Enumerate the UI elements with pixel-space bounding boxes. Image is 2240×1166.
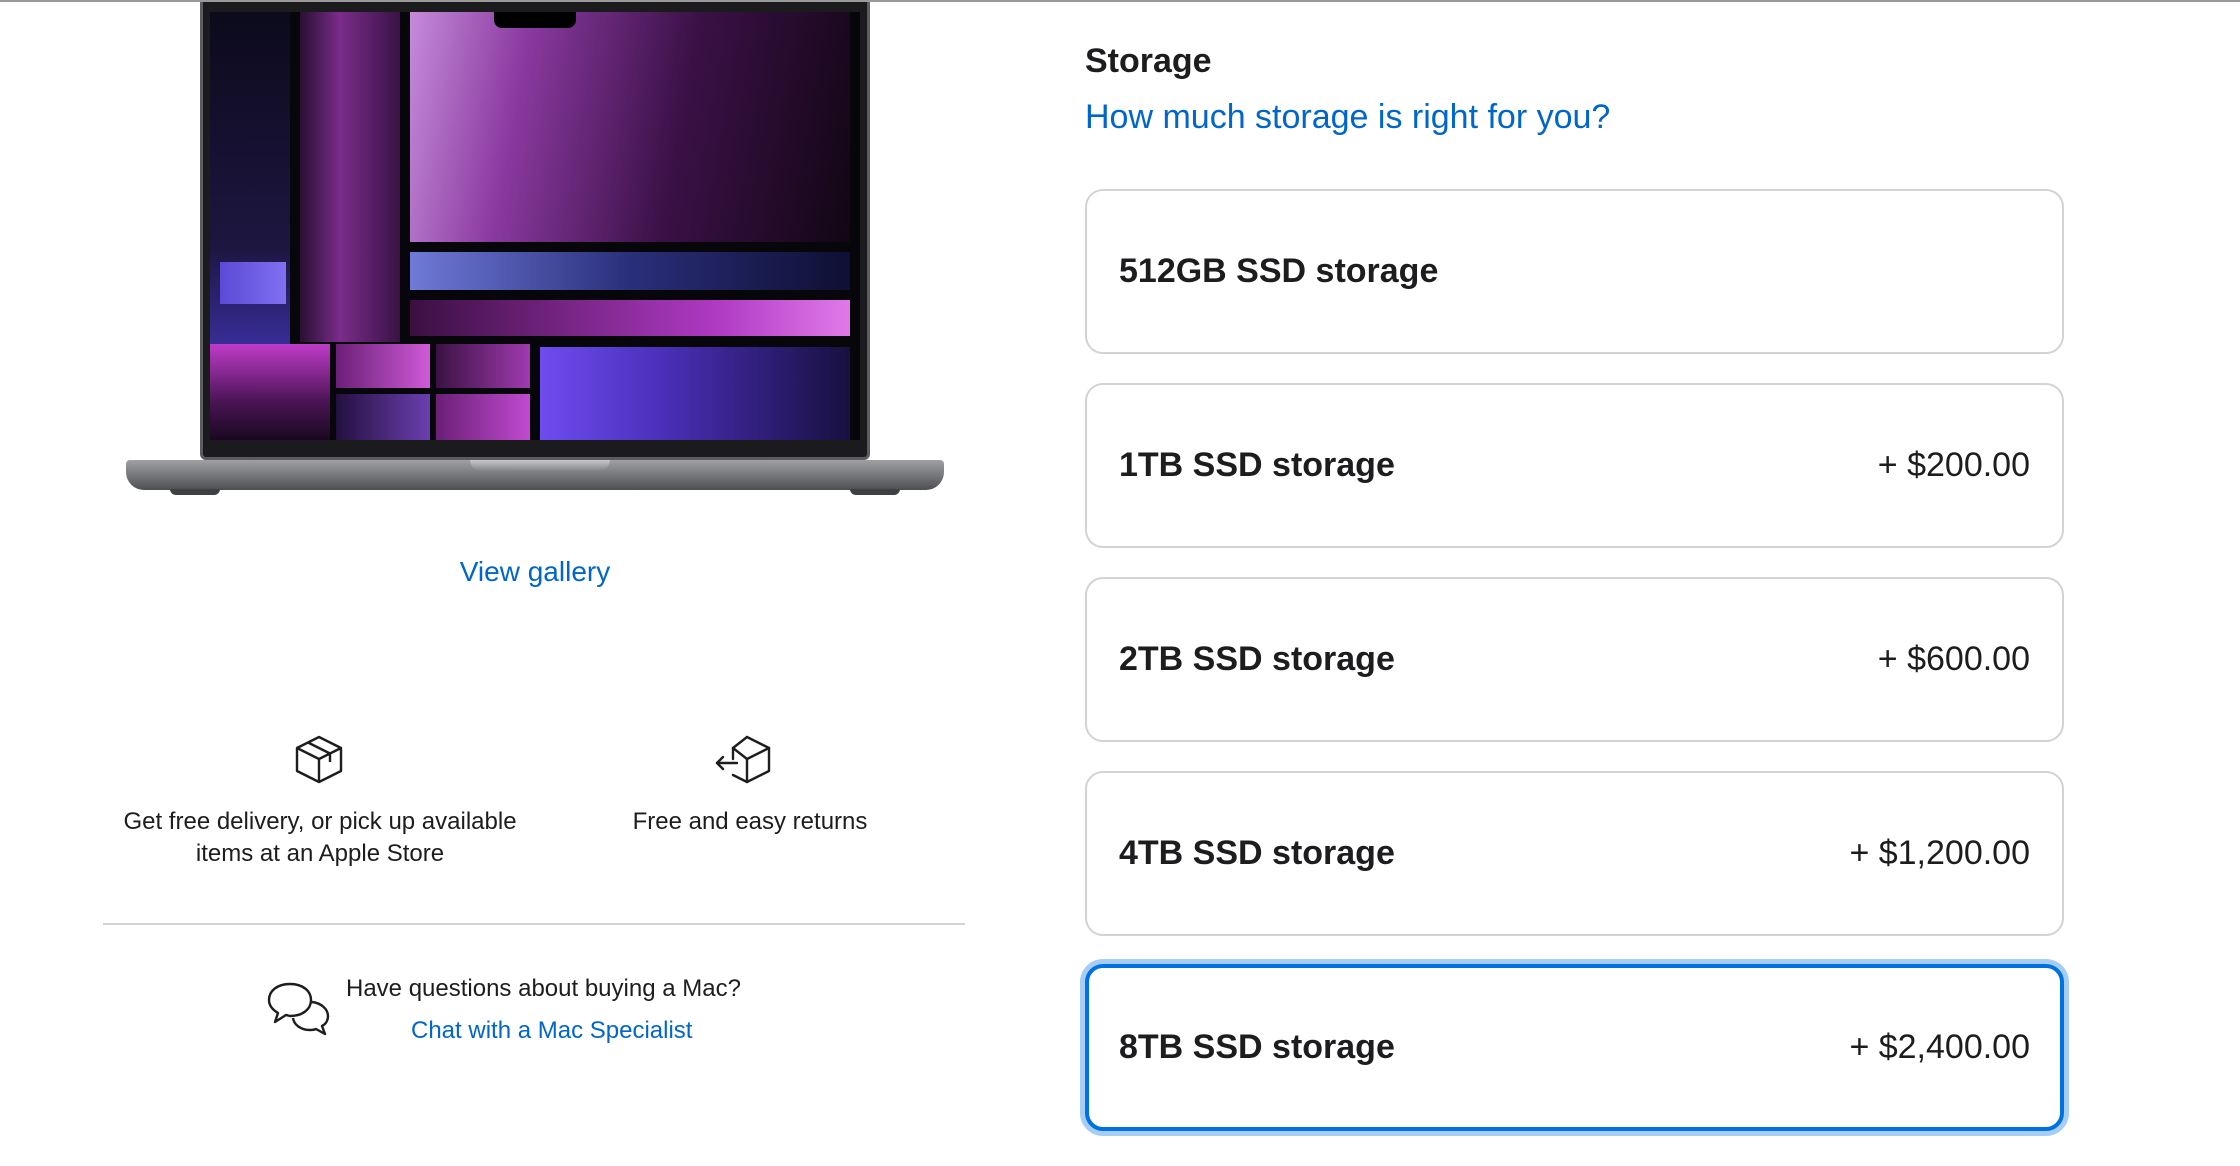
- camera-notch: [494, 12, 576, 28]
- delivery-info-text: Get free delivery, or pick up available …: [123, 808, 517, 867]
- storage-option-label: 4TB SSD storage: [1119, 834, 1395, 872]
- laptop-screen-wallpaper: [210, 12, 860, 440]
- storage-option-label: 2TB SSD storage: [1119, 640, 1395, 678]
- laptop-hinge: [470, 460, 610, 470]
- view-gallery-link[interactable]: View gallery: [380, 556, 690, 588]
- storage-section-title: Storage: [1085, 42, 1212, 80]
- storage-option-price: + $1,200.00: [1849, 834, 2030, 872]
- box-icon: [289, 729, 349, 789]
- storage-option-512gb[interactable]: 512GB SSD storage: [1085, 189, 2064, 354]
- storage-option-label: 1TB SSD storage: [1119, 446, 1395, 484]
- product-image-laptop: [120, 0, 950, 500]
- laptop-foot-left: [170, 489, 220, 495]
- storage-option-4tb[interactable]: 4TB SSD storage + $1,200.00: [1085, 771, 2064, 936]
- storage-option-label: 8TB SSD storage: [1119, 1028, 1395, 1066]
- laptop-foot-right: [850, 489, 900, 495]
- storage-option-price: + $600.00: [1877, 640, 2030, 678]
- storage-option-2tb[interactable]: 2TB SSD storage + $600.00: [1085, 577, 2064, 742]
- chat-bubbles-icon: [266, 980, 332, 1038]
- storage-help-link[interactable]: How much storage is right for you?: [1085, 98, 1610, 137]
- storage-option-price: + $2,400.00: [1849, 1028, 2030, 1066]
- return-box-icon: [713, 729, 773, 789]
- section-divider: [103, 923, 965, 925]
- storage-option-8tb-selected[interactable]: 8TB SSD storage + $2,400.00: [1085, 964, 2064, 1131]
- help-question-text: Have questions about buying a Mac?: [346, 975, 741, 1002]
- storage-option-label: 512GB SSD storage: [1119, 252, 1439, 290]
- storage-option-price: + $200.00: [1877, 446, 2030, 484]
- chat-specialist-link[interactable]: Chat with a Mac Specialist: [411, 1017, 692, 1045]
- returns-info-text: Free and easy returns: [632, 808, 868, 835]
- storage-option-1tb[interactable]: 1TB SSD storage + $200.00: [1085, 383, 2064, 548]
